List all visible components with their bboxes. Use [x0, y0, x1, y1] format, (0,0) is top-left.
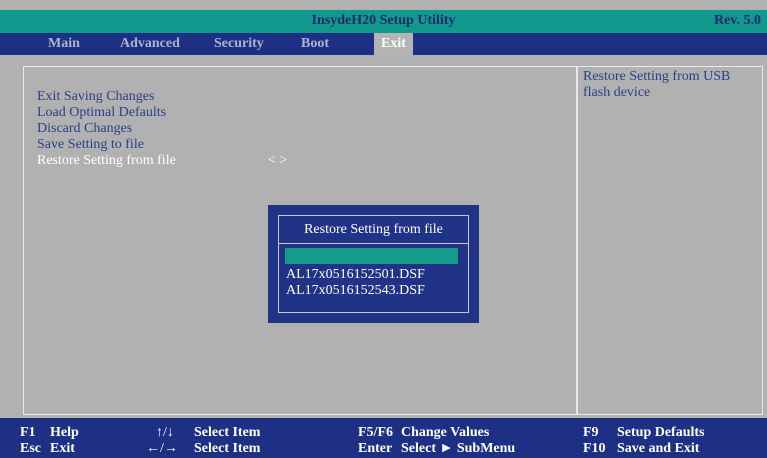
- tab-main[interactable]: Main: [48, 33, 80, 55]
- tab-boot[interactable]: Boot: [301, 33, 329, 55]
- dialog-title: Restore Setting from file: [304, 222, 443, 237]
- dialog-selected-entry[interactable]: [285, 248, 458, 264]
- help-text: Restore Setting from USB flash device: [583, 69, 731, 100]
- left-right-arrows-icon: ←/→: [146, 441, 178, 456]
- key-enter: Enter: [358, 441, 393, 456]
- option-value-selector[interactable]: < >: [268, 153, 287, 169]
- option-exit-saving-changes[interactable]: Exit Saving Changes: [37, 89, 154, 105]
- tab-advanced[interactable]: Advanced: [120, 33, 180, 55]
- dialog-frame: Restore Setting from file AL17x051615250…: [278, 215, 469, 313]
- revision-label: Rev. 5.0: [713, 13, 761, 28]
- bios-screen: InsydeH20 Setup Utility Rev. 5.0 Main Ad…: [0, 0, 767, 458]
- key-leftright-label: Select Item: [194, 441, 261, 456]
- option-restore-setting-from-file[interactable]: Restore Setting from file: [37, 153, 176, 169]
- key-f5f6-label: Change Values: [401, 425, 490, 440]
- option-save-setting-to-file[interactable]: Save Setting to file: [37, 137, 144, 153]
- restore-file-dialog: Restore Setting from file AL17x051615250…: [268, 205, 479, 323]
- key-help-bar: F1 Help ↑/↓ Select Item F5/F6 Change Val…: [0, 418, 767, 458]
- option-load-optimal-defaults[interactable]: Load Optimal Defaults: [37, 105, 166, 121]
- key-updown-label: Select Item: [194, 425, 261, 440]
- key-enter-label: Select ► SubMenu: [401, 441, 516, 456]
- file-list-item[interactable]: AL17x0516152501.DSF: [286, 267, 425, 283]
- option-discard-changes[interactable]: Discard Changes: [37, 121, 132, 137]
- help-panel: Restore Setting from USB flash device: [577, 66, 763, 415]
- key-f1-label: Help: [50, 425, 79, 440]
- key-esc: Esc: [20, 441, 41, 456]
- key-f9: F9: [583, 425, 599, 440]
- tab-security[interactable]: Security: [214, 33, 264, 55]
- key-f5f6: F5/F6: [358, 425, 393, 440]
- key-f1: F1: [20, 425, 36, 440]
- dialog-divider: [279, 243, 468, 244]
- app-title: InsydeH20 Setup Utility: [311, 13, 456, 28]
- key-f10-label: Save and Exit: [617, 441, 700, 456]
- title-bar: InsydeH20 Setup Utility Rev. 5.0: [0, 10, 767, 33]
- file-list-item[interactable]: AL17x0516152543.DSF: [286, 283, 425, 299]
- up-down-arrows-icon: ↑/↓: [156, 425, 174, 440]
- menu-bar: Main Advanced Security Boot Exit: [0, 33, 767, 55]
- tab-exit[interactable]: Exit: [374, 33, 413, 55]
- key-esc-label: Exit: [50, 441, 75, 456]
- key-f10: F10: [583, 441, 606, 456]
- key-f9-label: Setup Defaults: [617, 425, 705, 440]
